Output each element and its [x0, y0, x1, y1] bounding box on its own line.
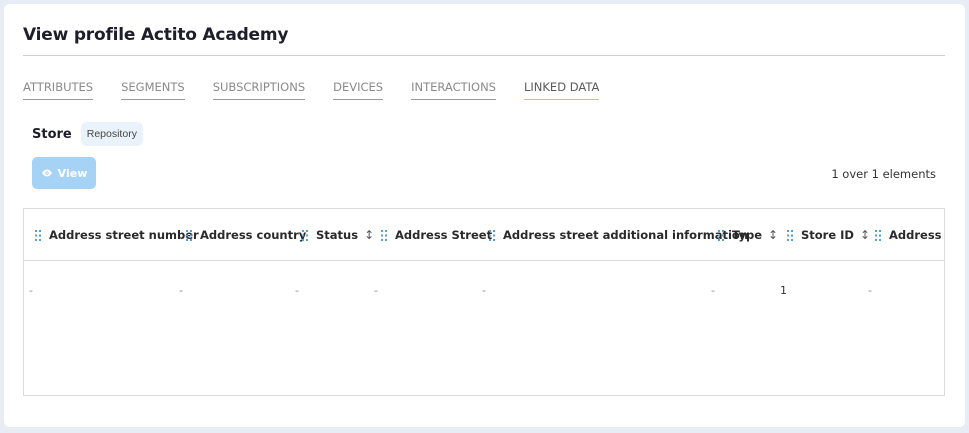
column-label: Address Street [395, 228, 493, 242]
column-header-address-street-number[interactable]: Address street number [35, 228, 199, 242]
repository-badge: Repository [80, 122, 143, 146]
column-label: Address country [200, 228, 307, 242]
page-title: View profile Actito Academy [23, 25, 289, 45]
column-header-type[interactable]: Type ↕ [718, 228, 778, 242]
table-cell: - [295, 284, 299, 297]
table-header: Address street number Address country St… [24, 209, 944, 261]
drag-handle-icon[interactable] [35, 229, 41, 241]
sort-icon[interactable]: ↕ [364, 228, 374, 242]
linked-data-table: Address street number Address country St… [23, 208, 945, 396]
store-header: Store Repository [32, 122, 143, 146]
element-count: 1 over 1 elements [831, 167, 936, 181]
column-label: Address street number [49, 228, 199, 242]
tab-linked-data[interactable]: LINKED DATA [523, 80, 600, 100]
table-cell: - [29, 284, 33, 297]
drag-handle-icon[interactable] [489, 229, 495, 241]
tab-segments[interactable]: SEGMENTS [121, 80, 185, 100]
table-cell: - [374, 284, 378, 297]
eye-icon [41, 169, 52, 177]
column-header-status[interactable]: Status ↕ [302, 228, 374, 242]
column-label: Status [316, 228, 359, 242]
column-label: Store ID [801, 228, 854, 242]
drag-handle-icon[interactable] [875, 229, 881, 241]
tab-interactions[interactable]: INTERACTIONS [411, 80, 496, 100]
profile-card: View profile Actito Academy ATTRIBUTES S… [4, 4, 965, 427]
sort-icon[interactable]: ↕ [860, 228, 870, 242]
drag-handle-icon[interactable] [186, 229, 192, 241]
column-header-address-street-additional-information[interactable]: Address street additional information [489, 228, 748, 242]
table-cell: - [482, 284, 486, 297]
sort-icon[interactable]: ↕ [768, 228, 778, 242]
column-label: Address po [889, 228, 944, 242]
table-cell: 1 [780, 284, 787, 297]
drag-handle-icon[interactable] [787, 229, 793, 241]
tab-attributes[interactable]: ATTRIBUTES [23, 80, 94, 100]
table-cell: - [711, 284, 715, 297]
drag-handle-icon[interactable] [381, 229, 387, 241]
drag-handle-icon[interactable] [718, 229, 724, 241]
tab-devices[interactable]: DEVICES [333, 80, 384, 100]
tab-subscriptions[interactable]: SUBSCRIPTIONS [212, 80, 306, 100]
column-label: Address street additional information [503, 228, 749, 242]
column-header-store-id[interactable]: Store ID ↕ [787, 228, 870, 242]
table-cell: - [868, 284, 872, 297]
view-button[interactable]: View [32, 157, 96, 189]
column-header-address-country[interactable]: Address country [186, 228, 306, 242]
profile-tabs: ATTRIBUTES SEGMENTS SUBSCRIPTIONS DEVICE… [23, 80, 627, 100]
column-header-address-po[interactable]: Address po [875, 228, 944, 242]
title-divider [23, 55, 945, 56]
store-label: Store [32, 126, 72, 142]
drag-handle-icon[interactable] [302, 229, 308, 241]
table-cell: - [179, 284, 183, 297]
column-label: Type [732, 228, 763, 242]
view-button-label: View [57, 166, 88, 180]
column-header-address-street[interactable]: Address Street [381, 228, 492, 242]
